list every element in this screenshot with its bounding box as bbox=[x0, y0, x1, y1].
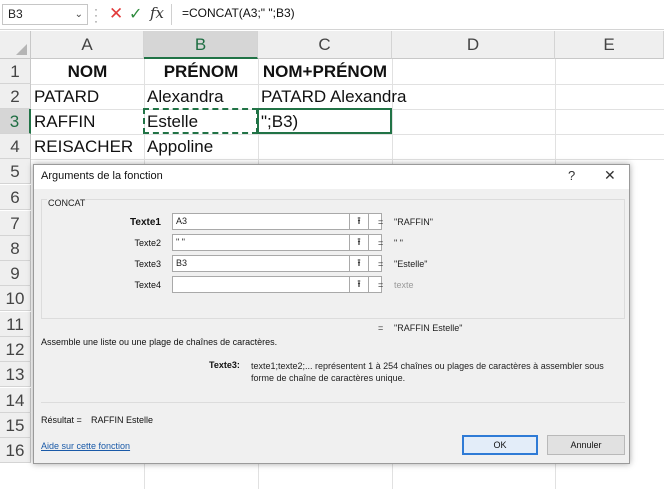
column-header-d[interactable]: D bbox=[392, 31, 555, 59]
row-header-16[interactable]: 16 bbox=[0, 438, 31, 463]
dialog-divider bbox=[41, 402, 625, 403]
cell-b1[interactable]: PRÉNOM bbox=[144, 59, 258, 84]
name-box-value: B3 bbox=[8, 7, 23, 21]
argument-help-text: texte1;texte2;... représentent 1 à 254 c… bbox=[251, 361, 604, 383]
dialog-title-bar[interactable]: Arguments de la fonction ? ✕ bbox=[34, 165, 629, 189]
row-header-2[interactable]: 2 bbox=[0, 84, 31, 109]
select-all-button[interactable] bbox=[0, 31, 31, 59]
name-box[interactable]: B3 ⌄ bbox=[2, 4, 88, 25]
arg-result-texte2: " " bbox=[394, 238, 403, 248]
cell-a1[interactable]: NOM bbox=[31, 59, 144, 84]
arg-result-texte4: texte bbox=[394, 280, 414, 290]
row-header-14[interactable]: 14 bbox=[0, 388, 31, 413]
row-header-4[interactable]: 4 bbox=[0, 134, 31, 159]
cell-a4[interactable]: REISACHER bbox=[31, 134, 144, 159]
arg-equals: = bbox=[378, 238, 384, 248]
cell-b2[interactable]: Alexandra bbox=[144, 84, 258, 109]
row-header-6[interactable]: 6 bbox=[0, 185, 31, 210]
cell-a2[interactable]: PATARD bbox=[31, 84, 144, 109]
arg-label-texte2: Texte2 bbox=[134, 238, 161, 248]
function-arguments-dialog: Arguments de la fonction ? ✕ CONCAT Text… bbox=[33, 164, 630, 464]
row-header-12[interactable]: 12 bbox=[0, 337, 31, 362]
collapse-dialog-icon[interactable]: ⭱ bbox=[349, 213, 369, 230]
help-icon[interactable]: ? bbox=[568, 168, 575, 183]
dialog-title: Arguments de la fonction bbox=[41, 170, 163, 182]
total-result: "RAFFIN Estelle" bbox=[394, 323, 463, 333]
active-cell-border bbox=[257, 108, 392, 134]
result-label: Résultat = bbox=[41, 415, 82, 425]
cancel-icon[interactable]: ✕ bbox=[109, 4, 123, 24]
cell-a3[interactable]: RAFFIN bbox=[31, 109, 144, 134]
function-help-link[interactable]: Aide sur cette fonction bbox=[41, 441, 130, 451]
collapse-dialog-icon[interactable]: ⭱ bbox=[349, 255, 369, 272]
formula-input[interactable]: =CONCAT(A3;" ";B3) bbox=[182, 6, 295, 20]
collapse-dialog-icon[interactable]: ⭱ bbox=[349, 234, 369, 251]
collapse-dialog-icon[interactable]: ⭱ bbox=[349, 276, 369, 293]
arg-label-texte1: Texte1 bbox=[130, 217, 161, 228]
cell-b4[interactable]: Appoline bbox=[144, 134, 258, 159]
arg-label-texte4: Texte4 bbox=[134, 280, 161, 290]
chevron-down-icon[interactable]: ⌄ bbox=[75, 5, 83, 24]
ok-button[interactable]: OK bbox=[462, 435, 538, 455]
column-header-c[interactable]: C bbox=[258, 31, 392, 59]
excel-window: B3 ⌄ · · · ✕ ✓ fx =CONCAT(A3;" ";B3) A B C… bbox=[0, 0, 664, 489]
total-equals: = bbox=[378, 323, 384, 333]
arg-equals: = bbox=[378, 259, 384, 269]
enter-icon[interactable]: ✓ bbox=[129, 4, 142, 24]
row-header-15[interactable]: 15 bbox=[0, 413, 31, 438]
formula-bar: B3 ⌄ · · · ✕ ✓ fx =CONCAT(A3;" ";B3) bbox=[0, 0, 664, 30]
argument-help-label: Texte3: bbox=[209, 360, 240, 370]
row-header-1[interactable]: 1 bbox=[0, 59, 31, 84]
arg-equals: = bbox=[378, 217, 384, 227]
row-header-7[interactable]: 7 bbox=[0, 211, 31, 236]
arg-equals: = bbox=[378, 280, 384, 290]
close-icon[interactable]: ✕ bbox=[604, 167, 616, 184]
row-header-5[interactable]: 5 bbox=[0, 159, 31, 184]
column-header-b[interactable]: B bbox=[144, 31, 258, 59]
function-description: Assemble une liste ou une plage de chaîn… bbox=[41, 337, 278, 347]
cancel-button[interactable]: Annuler bbox=[547, 435, 625, 455]
formula-bar-divider bbox=[171, 4, 172, 25]
grid-line bbox=[31, 159, 664, 160]
select-all-icon bbox=[16, 44, 27, 55]
insert-function-icon[interactable]: fx bbox=[150, 4, 164, 22]
row-header-9[interactable]: 9 bbox=[0, 261, 31, 286]
row-header-10[interactable]: 10 bbox=[0, 286, 31, 311]
arg-label-texte3: Texte3 bbox=[134, 259, 161, 269]
column-header-e[interactable]: E bbox=[555, 31, 664, 59]
result-value: RAFFIN Estelle bbox=[91, 415, 154, 425]
grip-icon[interactable]: · · · bbox=[93, 3, 99, 27]
cell-c1[interactable]: NOM+PRÉNOM bbox=[258, 59, 392, 84]
arg-result-texte1: "RAFFIN" bbox=[394, 217, 433, 227]
row-header-11[interactable]: 11 bbox=[0, 312, 31, 337]
row-header-13[interactable]: 13 bbox=[0, 362, 31, 387]
function-name: CONCAT bbox=[47, 198, 87, 208]
row-header-3[interactable]: 3 bbox=[0, 109, 31, 134]
cell-c2[interactable]: PATARD Alexandra bbox=[258, 84, 407, 109]
reference-marquee bbox=[143, 108, 258, 134]
arg-result-texte3: "Estelle" bbox=[394, 259, 428, 269]
row-header-8[interactable]: 8 bbox=[0, 236, 31, 261]
column-header-a[interactable]: A bbox=[31, 31, 144, 59]
